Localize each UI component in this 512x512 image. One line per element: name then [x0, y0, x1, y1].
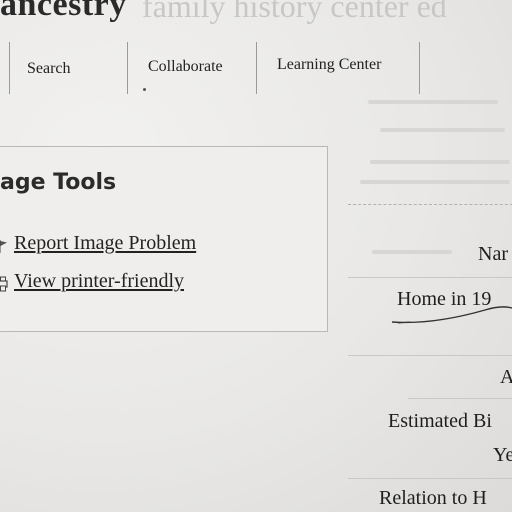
nav-divider	[127, 42, 128, 94]
nav-divider	[9, 42, 10, 94]
brand-tagline: family history center ed	[142, 0, 447, 24]
nav-divider	[419, 42, 420, 94]
main-nav: Search Collaborate Learning Center	[0, 40, 440, 96]
printer-icon	[0, 276, 8, 292]
blurred-text	[370, 160, 510, 164]
record-divider	[408, 398, 512, 399]
record-divider	[348, 478, 512, 479]
image-tools-title: age Tools	[0, 170, 117, 195]
nav-item-collaborate[interactable]: Collaborate	[148, 58, 223, 76]
record-birth-label: Estimated Bi	[388, 410, 492, 432]
blurred-text	[368, 100, 498, 104]
record-year-label: Ye	[493, 444, 512, 466]
brand-logo[interactable]: ancestry	[0, 0, 127, 24]
nav-item-learning-center[interactable]: Learning Center	[277, 56, 381, 74]
nav-dot	[143, 88, 146, 91]
nav-item-search[interactable]: Search	[27, 60, 71, 78]
record-divider	[348, 277, 512, 278]
record-relation-label: Relation to H	[379, 487, 487, 509]
record-top-border	[348, 204, 512, 205]
blurred-text	[360, 180, 510, 184]
report-image-problem-link[interactable]: Report Image Problem	[14, 232, 196, 255]
nav-divider	[256, 42, 257, 94]
handwriting-mark	[391, 306, 512, 324]
blurred-text	[372, 250, 452, 254]
blurred-text	[380, 128, 505, 132]
record-divider	[348, 355, 512, 356]
flag-icon	[0, 240, 7, 253]
record-age-label: A	[500, 366, 512, 388]
view-printer-friendly-link[interactable]: View printer-friendly	[14, 270, 184, 293]
record-name-label: Nar	[478, 243, 508, 265]
